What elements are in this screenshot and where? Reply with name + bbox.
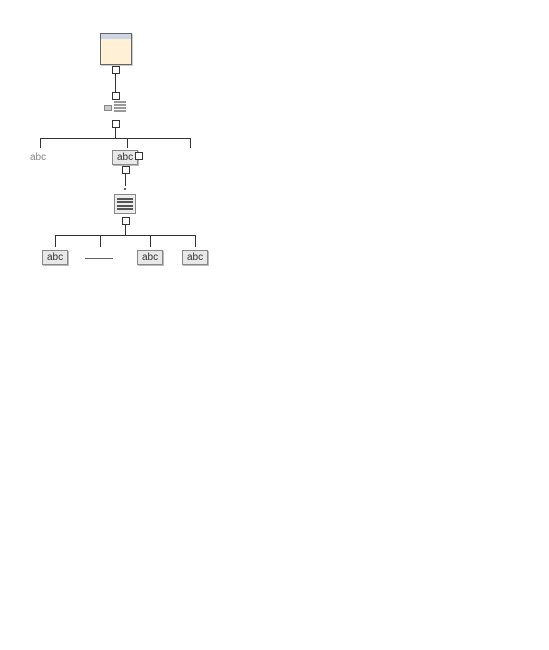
connector [135, 152, 143, 160]
edge [40, 138, 190, 139]
edge [125, 174, 126, 186]
edge [190, 138, 191, 148]
node-button[interactable]: abc [42, 250, 68, 265]
edge [127, 138, 128, 148]
edge [125, 225, 126, 235]
connector [112, 120, 120, 128]
window-icon [100, 33, 132, 65]
grandchild-1[interactable]: abc [137, 250, 163, 265]
edge [150, 235, 151, 247]
root-node[interactable] [100, 33, 132, 65]
tree-diagram: abc abc abc abc abc [0, 0, 549, 650]
list-icon [114, 194, 136, 214]
connector [122, 166, 130, 174]
node-button[interactable]: abc [182, 250, 208, 265]
leaf-label: abc [30, 152, 46, 163]
connector [122, 217, 130, 225]
edge [55, 235, 195, 236]
ellipsis-dot [124, 188, 126, 190]
edge [55, 235, 56, 247]
grandchild-2[interactable]: abc [182, 250, 208, 265]
edge [100, 235, 101, 247]
connector [112, 66, 120, 74]
edge [115, 74, 116, 92]
node-button[interactable]: abc [137, 250, 163, 265]
edge [115, 128, 116, 138]
edge [195, 235, 196, 247]
connector [112, 92, 120, 100]
level3-node[interactable] [114, 194, 136, 214]
placeholder-dash [85, 258, 113, 259]
edge [40, 138, 41, 148]
leaf-plain: abc [30, 152, 46, 163]
toolbar-icon [104, 100, 126, 118]
grandchild-0[interactable]: abc [42, 250, 68, 265]
level1-node[interactable] [104, 100, 126, 118]
